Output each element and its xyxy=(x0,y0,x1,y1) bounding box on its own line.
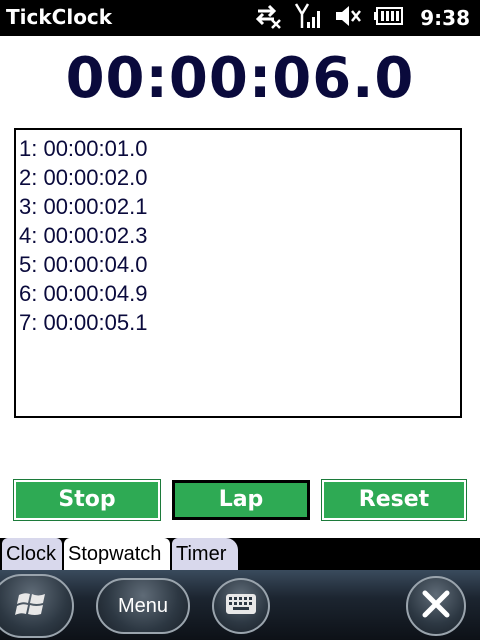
status-time[interactable]: 9:38 xyxy=(420,6,470,30)
tab-clock[interactable]: Clock xyxy=(2,538,62,570)
lap-item[interactable]: 2: 00:00:02.0 xyxy=(19,163,460,192)
close-button[interactable] xyxy=(406,576,466,636)
lap-item[interactable]: 6: 00:00:04.9 xyxy=(19,279,460,308)
stopwatch-display: 00:00:06.0 xyxy=(65,46,415,111)
windows-start-icon xyxy=(15,589,49,623)
lap-list: 1: 00:00:01.0 2: 00:00:02.0 3: 00:00:02.… xyxy=(16,130,460,337)
lap-item[interactable]: 7: 00:00:05.1 xyxy=(19,308,460,337)
volume-muted-icon[interactable] xyxy=(334,2,364,34)
tab-stopwatch[interactable]: Stopwatch xyxy=(64,538,170,570)
lap-item[interactable]: 1: 00:00:01.0 xyxy=(19,134,460,163)
lap-item[interactable]: 5: 00:00:04.0 xyxy=(19,250,460,279)
status-icons: 9:38 xyxy=(244,0,470,36)
windows-start-button[interactable] xyxy=(0,574,74,638)
reset-button[interactable]: Reset xyxy=(321,479,467,521)
lap-button[interactable]: Lap xyxy=(172,480,310,520)
keyboard-button[interactable] xyxy=(212,578,270,634)
stop-button[interactable]: Stop xyxy=(13,479,161,521)
connectivity-icon[interactable] xyxy=(254,2,284,34)
tab-timer[interactable]: Timer xyxy=(172,538,238,570)
laps-list-box[interactable]: 1: 00:00:01.0 2: 00:00:02.0 3: 00:00:02.… xyxy=(14,128,462,418)
keyboard-icon xyxy=(225,593,257,619)
lap-item[interactable]: 4: 00:00:02.3 xyxy=(19,221,460,250)
battery-icon[interactable] xyxy=(374,6,404,30)
lap-item[interactable]: 3: 00:00:02.1 xyxy=(19,192,460,221)
status-bar: TickClock 9:38 xyxy=(0,0,480,36)
menu-button[interactable]: Menu xyxy=(96,578,190,634)
app-title: TickClock xyxy=(6,5,113,29)
signal-icon[interactable] xyxy=(294,2,324,34)
close-icon xyxy=(420,588,452,624)
